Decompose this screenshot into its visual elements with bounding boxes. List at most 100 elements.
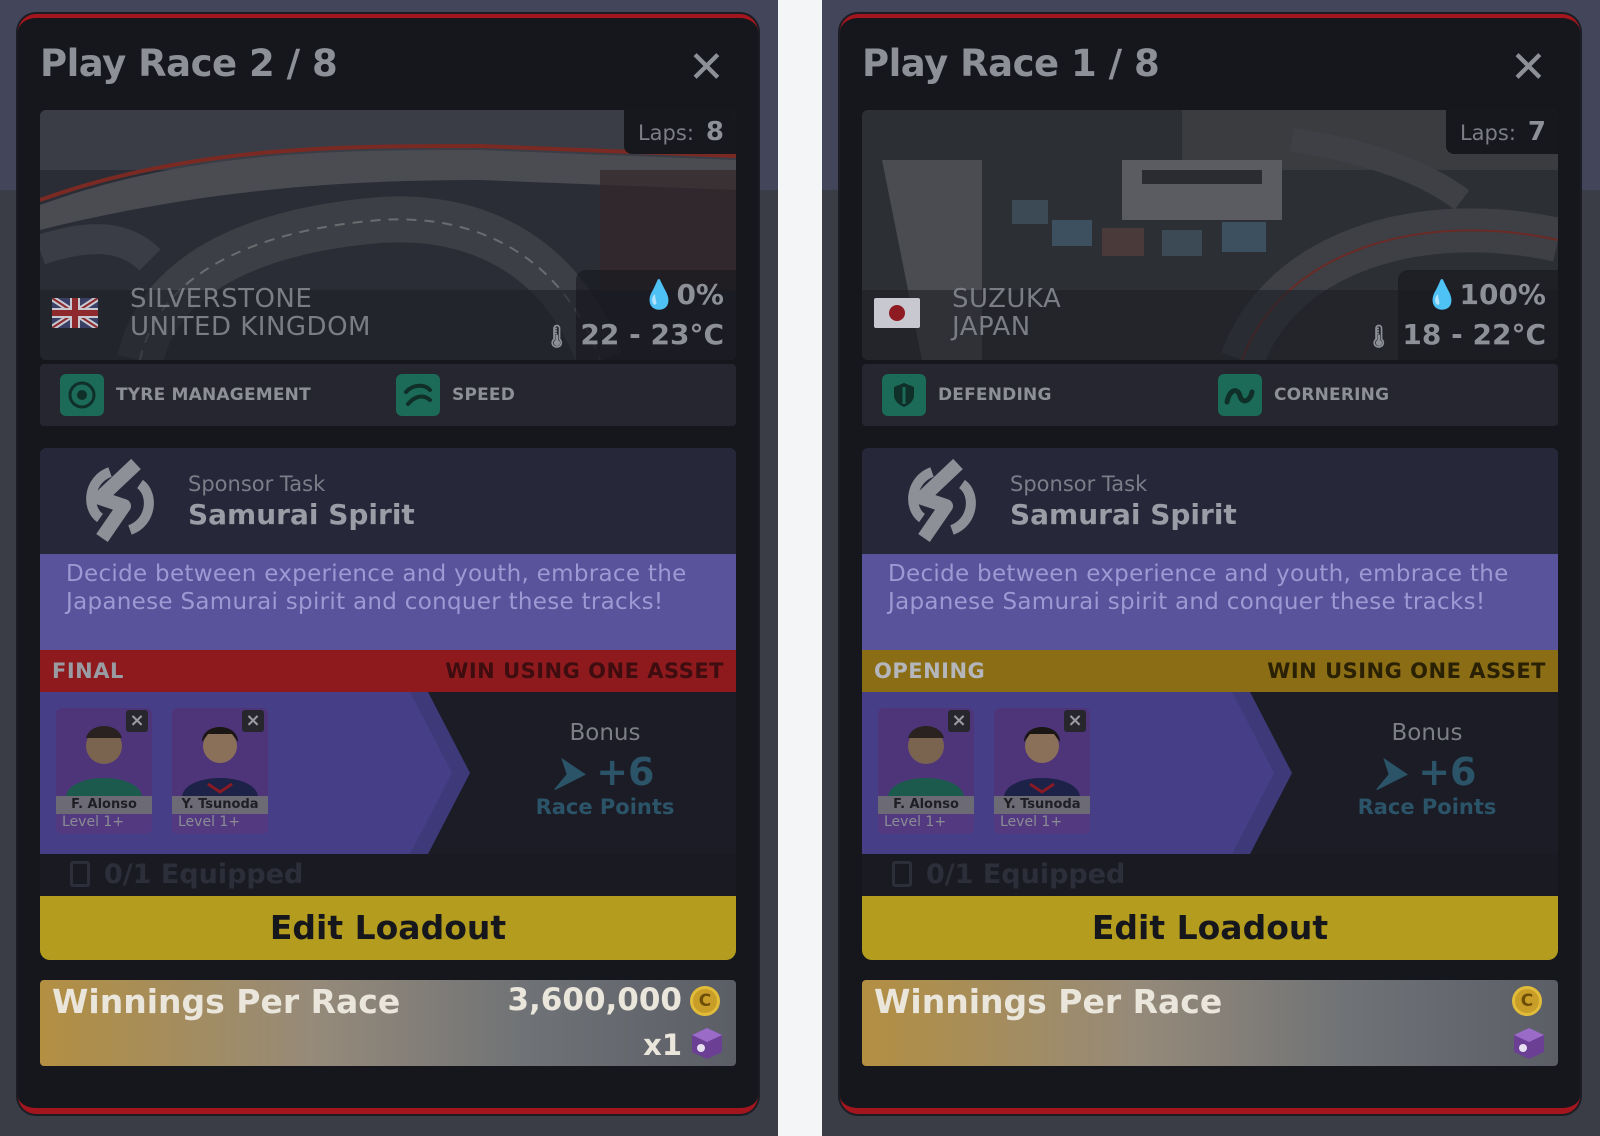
bonus-panel: Bonus ⮞ +6 Race Points <box>1322 720 1532 819</box>
shield-icon <box>882 374 926 416</box>
track-name: SUZUKA <box>952 284 1062 314</box>
stage-label: OPENING <box>874 659 986 683</box>
trait-label: SPEED <box>452 385 516 405</box>
temperature: 🌡 22 - 23°C <box>543 318 724 351</box>
race-card-title: Play Race 1 / 8 <box>862 42 1160 85</box>
speed-icon <box>396 374 440 416</box>
stage-requirement: WIN USING ONE ASSET <box>1267 659 1546 683</box>
bonus-label: Bonus <box>1391 720 1463 746</box>
driver-card-alonso[interactable]: × F. Alonso Level 1+ <box>56 708 152 834</box>
race-points-icon: ⮞ <box>1377 750 1405 794</box>
stage-requirement: WIN USING ONE ASSET <box>445 659 724 683</box>
rain-chance: 💧100% <box>1425 278 1546 311</box>
sponsor-name: Samurai Spirit <box>1010 498 1237 531</box>
sponsor-description: Decide between experience and youth, emb… <box>862 554 1558 650</box>
equipped-count: 0/1 Equipped <box>862 854 1558 896</box>
country-name: UNITED KINGDOM <box>130 312 371 342</box>
card-slot-icon <box>70 861 90 887</box>
winnings-value: 3,600,000 <box>507 982 682 1018</box>
bonus-amount: +6 <box>1418 750 1477 794</box>
bonus-value: ⮞ +6 <box>1322 750 1532 795</box>
weather-panel: 💧100% 🌡 18 - 22°C <box>1365 270 1558 360</box>
equipped-count: 0/1 Equipped <box>40 854 736 896</box>
rain-chance: 💧0% <box>642 278 724 311</box>
driver-level: Level 1+ <box>1000 814 1063 830</box>
tyre-icon <box>60 374 104 416</box>
driver-name: Y. Tsunoda <box>172 796 268 814</box>
sponsor-task-label: Sponsor Task <box>1010 472 1148 496</box>
cornering-icon <box>1218 374 1262 416</box>
race-points-icon: ⮞ <box>555 750 583 794</box>
coin-icon: C <box>1512 986 1542 1016</box>
laps-label: Laps: <box>1459 121 1516 145</box>
temperature: 🌡 18 - 22°C <box>1365 318 1546 351</box>
samurai-spirit-logo-icon <box>902 458 982 548</box>
raindrop-icon: 💧 <box>641 278 677 311</box>
track-preview: Laps: 8 SILVERSTONE UNITED KINGDOM 💧0% 🌡 … <box>40 110 736 360</box>
equipped-text: 0/1 Equipped <box>926 859 1126 890</box>
bonus-label: Bonus <box>569 720 641 746</box>
edit-loadout-button[interactable]: Edit Loadout <box>40 896 736 960</box>
trait-label: DEFENDING <box>938 385 1052 405</box>
country-name: JAPAN <box>952 312 1031 342</box>
trait-cornering: CORNERING <box>1218 374 1389 416</box>
track-preview: Laps: 7 SUZUKA JAPAN 💧100% 🌡 18 - 22°C <box>862 110 1558 360</box>
driver-card-tsunoda[interactable]: × Y. Tsunoda Level 1+ <box>172 708 268 834</box>
trait-defending: DEFENDING <box>882 374 1052 416</box>
driver-name: Y. Tsunoda <box>994 796 1090 814</box>
asset-bonus-row: × F. Alonso Level 1+ × Y. Tsunoda Level … <box>40 692 736 854</box>
driver-name: F. Alonso <box>878 796 974 814</box>
bonus-value: ⮞ +6 <box>500 750 710 795</box>
sponsor-task-label: Sponsor Task <box>188 472 326 496</box>
remove-driver-icon[interactable]: × <box>948 710 970 732</box>
winnings-panel: Winnings Per Race 3,600,000 C x1 <box>40 980 736 1066</box>
bonus-points-label: Race Points <box>535 795 675 819</box>
raindrop-icon: 💧 <box>1424 278 1460 311</box>
asset-bonus-row: × F. Alonso Level 1+ × Y. Tsunoda Level … <box>862 692 1558 854</box>
driver-level: Level 1+ <box>884 814 947 830</box>
laps-indicator: Laps: 8 <box>623 110 736 154</box>
laps-label: Laps: <box>637 121 694 145</box>
stage-label: FINAL <box>52 659 124 683</box>
location: SUZUKA JAPAN <box>952 285 1061 341</box>
laps-indicator: Laps: 7 <box>1445 110 1558 154</box>
rain-value: 100% <box>1459 278 1546 311</box>
remove-driver-icon[interactable]: × <box>242 710 264 732</box>
close-icon[interactable]: ✕ <box>1510 46 1547 90</box>
driver-level: Level 1+ <box>178 814 241 830</box>
trait-label: TYRE MANAGEMENT <box>116 385 311 405</box>
trait-tyre-management: TYRE MANAGEMENT <box>60 374 311 416</box>
close-icon[interactable]: ✕ <box>688 46 725 90</box>
driver-level: Level 1+ <box>62 814 125 830</box>
winnings-label: Winnings Per Race <box>52 982 401 1021</box>
temperature-value: 22 - 23°C <box>580 318 724 351</box>
remove-driver-icon[interactable]: × <box>126 710 148 732</box>
remove-driver-icon[interactable]: × <box>1064 710 1086 732</box>
stage-banner: FINAL WIN USING ONE ASSET <box>40 650 736 692</box>
sponsor-name: Samurai Spirit <box>188 498 415 531</box>
bonus-points-label: Race Points <box>1357 795 1497 819</box>
bonus-panel: Bonus ⮞ +6 Race Points <box>500 720 710 819</box>
race-card-title: Play Race 2 / 8 <box>40 42 338 85</box>
laps-value: 8 <box>705 117 724 147</box>
thermometer-icon: 🌡 <box>542 325 571 350</box>
rain-value: 0% <box>676 278 724 311</box>
crate-icon <box>1514 1028 1544 1059</box>
track-name: SILVERSTONE <box>130 284 313 314</box>
driver-name: F. Alonso <box>56 796 152 814</box>
track-traits: TYRE MANAGEMENT SPEED <box>40 364 736 426</box>
driver-card-tsunoda[interactable]: × Y. Tsunoda Level 1+ <box>994 708 1090 834</box>
samurai-spirit-logo-icon <box>80 458 160 548</box>
winnings-label: Winnings Per Race <box>874 982 1223 1021</box>
winnings-panel: Winnings Per Race C <box>862 980 1558 1066</box>
trait-speed: SPEED <box>396 374 515 416</box>
trait-label: CORNERING <box>1274 385 1390 405</box>
driver-card-alonso[interactable]: × F. Alonso Level 1+ <box>878 708 974 834</box>
japan-flag-icon <box>874 298 920 328</box>
sponsor-task: Sponsor Task Samurai Spirit <box>40 448 736 554</box>
equipped-text: 0/1 Equipped <box>104 859 304 890</box>
location: SILVERSTONE UNITED KINGDOM <box>130 285 371 341</box>
weather-panel: 💧0% 🌡 22 - 23°C <box>543 270 736 360</box>
edit-loadout-button[interactable]: Edit Loadout <box>862 896 1558 960</box>
crate-multiplier: x1 <box>643 1028 682 1062</box>
